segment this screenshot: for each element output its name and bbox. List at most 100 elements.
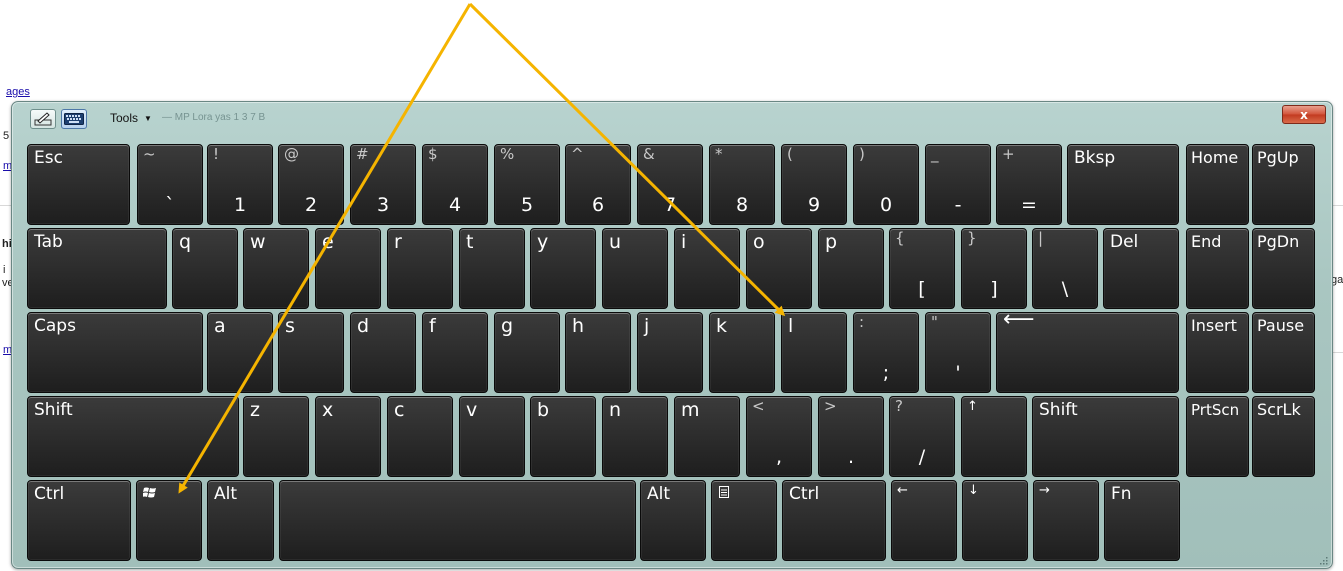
key-pgdn[interactable]: PgDn: [1252, 228, 1315, 309]
key-shift-label: (: [787, 145, 793, 163]
key-backspace[interactable]: Bksp: [1067, 144, 1179, 225]
key-p[interactable]: p: [818, 228, 884, 309]
key-m[interactable]: m: [674, 396, 740, 477]
key-b[interactable]: b: [530, 396, 596, 477]
key-k[interactable]: k: [709, 312, 775, 393]
key-6[interactable]: ^ 6: [565, 144, 631, 225]
key-c[interactable]: c: [387, 396, 453, 477]
key-right-arrow[interactable]: →: [1033, 480, 1099, 561]
key-s[interactable]: s: [278, 312, 344, 393]
background-text: i: [3, 264, 6, 276]
key-l[interactable]: l: [781, 312, 847, 393]
key-delete[interactable]: Del: [1103, 228, 1179, 309]
key-home[interactable]: Home: [1186, 144, 1249, 225]
key-1[interactable]: ! 1: [207, 144, 273, 225]
key-label: ScrLk: [1257, 400, 1301, 419]
key-semicolon[interactable]: :;: [853, 312, 919, 393]
win-key[interactable]: [136, 480, 202, 561]
key-space[interactable]: [279, 480, 636, 561]
key-shift-label: %: [500, 145, 515, 163]
key-5[interactable]: % 5: [494, 144, 560, 225]
key-fn[interactable]: Fn: [1104, 480, 1180, 561]
key-f[interactable]: f: [422, 312, 488, 393]
key-q[interactable]: q: [172, 228, 238, 309]
key-label: r: [394, 231, 402, 253]
keyboard-mode-button[interactable]: [61, 109, 87, 129]
key-backslash[interactable]: | \: [1032, 228, 1098, 309]
key-insert[interactable]: Insert: [1186, 312, 1249, 393]
background-link[interactable]: ages: [6, 86, 30, 98]
key-label: d: [357, 315, 370, 337]
close-icon: x: [1300, 107, 1308, 122]
key-left-ctrl[interactable]: Ctrl: [27, 480, 131, 561]
key-2[interactable]: @2: [278, 144, 344, 225]
key-menu[interactable]: [711, 480, 777, 561]
key-left-shift[interactable]: Shift: [27, 396, 239, 477]
key-quote[interactable]: " ': [925, 312, 991, 393]
key-right-alt[interactable]: Alt: [640, 480, 706, 561]
key-down-arrow[interactable]: ↓: [962, 480, 1028, 561]
key-4[interactable]: $4: [422, 144, 488, 225]
key-pause[interactable]: Pause: [1252, 312, 1315, 393]
key-prtscn[interactable]: PrtScn: [1186, 396, 1249, 477]
key-8[interactable]: * 8: [709, 144, 775, 225]
key-equal[interactable]: + =: [996, 144, 1062, 225]
key-9[interactable]: (9: [781, 144, 847, 225]
key-a[interactable]: a: [207, 312, 273, 393]
keyboard-icon: [64, 113, 84, 125]
key-minus[interactable]: _ -: [925, 144, 991, 225]
key-label: c: [394, 399, 405, 421]
key-3[interactable]: #3: [350, 144, 416, 225]
key-label: \: [1061, 278, 1069, 300]
key-tab[interactable]: Tab: [27, 228, 167, 309]
key-d[interactable]: d: [350, 312, 416, 393]
close-button[interactable]: x: [1282, 105, 1326, 124]
key-o[interactable]: o: [746, 228, 812, 309]
key-period[interactable]: >.: [818, 396, 884, 477]
key-w[interactable]: w: [243, 228, 309, 309]
key-shift-label: >: [824, 397, 837, 415]
key-u[interactable]: u: [602, 228, 668, 309]
chevron-down-icon: ▼: [144, 113, 152, 123]
key-i[interactable]: i: [674, 228, 740, 309]
key-right-shift[interactable]: Shift: [1032, 396, 1179, 477]
windows-logo-icon: [143, 487, 156, 498]
key-esc[interactable]: Esc: [27, 144, 130, 225]
resize-grip-icon[interactable]: [1318, 555, 1328, 565]
key-x[interactable]: x: [315, 396, 381, 477]
key-label: q: [179, 231, 192, 253]
key-backtick[interactable]: ~ `: [137, 144, 203, 225]
key-n[interactable]: n: [602, 396, 668, 477]
key-left-alt[interactable]: Alt: [207, 480, 274, 561]
key-label: Tab: [34, 232, 63, 252]
key-label: 2: [304, 194, 318, 216]
key-left-bracket[interactable]: {[: [889, 228, 955, 309]
key-g[interactable]: g: [494, 312, 560, 393]
key-label: Bksp: [1074, 148, 1116, 168]
key-right-bracket[interactable]: }]: [961, 228, 1027, 309]
key-j[interactable]: j: [637, 312, 703, 393]
key-label: Shift: [1039, 400, 1078, 420]
key-v[interactable]: v: [459, 396, 525, 477]
key-pgup[interactable]: PgUp: [1252, 144, 1315, 225]
key-y[interactable]: y: [530, 228, 596, 309]
key-end[interactable]: End: [1186, 228, 1249, 309]
key-right-ctrl[interactable]: Ctrl: [782, 480, 886, 561]
key-scrlk[interactable]: ScrLk: [1252, 396, 1315, 477]
pen-input-button[interactable]: [30, 109, 56, 129]
tools-menu[interactable]: Tools ▼: [110, 111, 152, 125]
key-7[interactable]: & 7: [637, 144, 703, 225]
key-e[interactable]: e: [315, 228, 381, 309]
key-caps-lock[interactable]: Caps: [27, 312, 203, 393]
key-up-arrow[interactable]: ↑: [961, 396, 1027, 477]
key-z[interactable]: z: [243, 396, 309, 477]
key-slash[interactable]: ? /: [889, 396, 955, 477]
key-enter[interactable]: ⟵: [996, 309, 1179, 393]
key-left-arrow[interactable]: ←: [891, 480, 957, 561]
key-t[interactable]: t: [459, 228, 525, 309]
key-comma[interactable]: <,: [746, 396, 812, 477]
key-0[interactable]: ) 0: [853, 144, 919, 225]
key-h[interactable]: h: [565, 312, 631, 393]
key-shift-label: ~: [143, 145, 156, 163]
key-r[interactable]: r: [387, 228, 453, 309]
